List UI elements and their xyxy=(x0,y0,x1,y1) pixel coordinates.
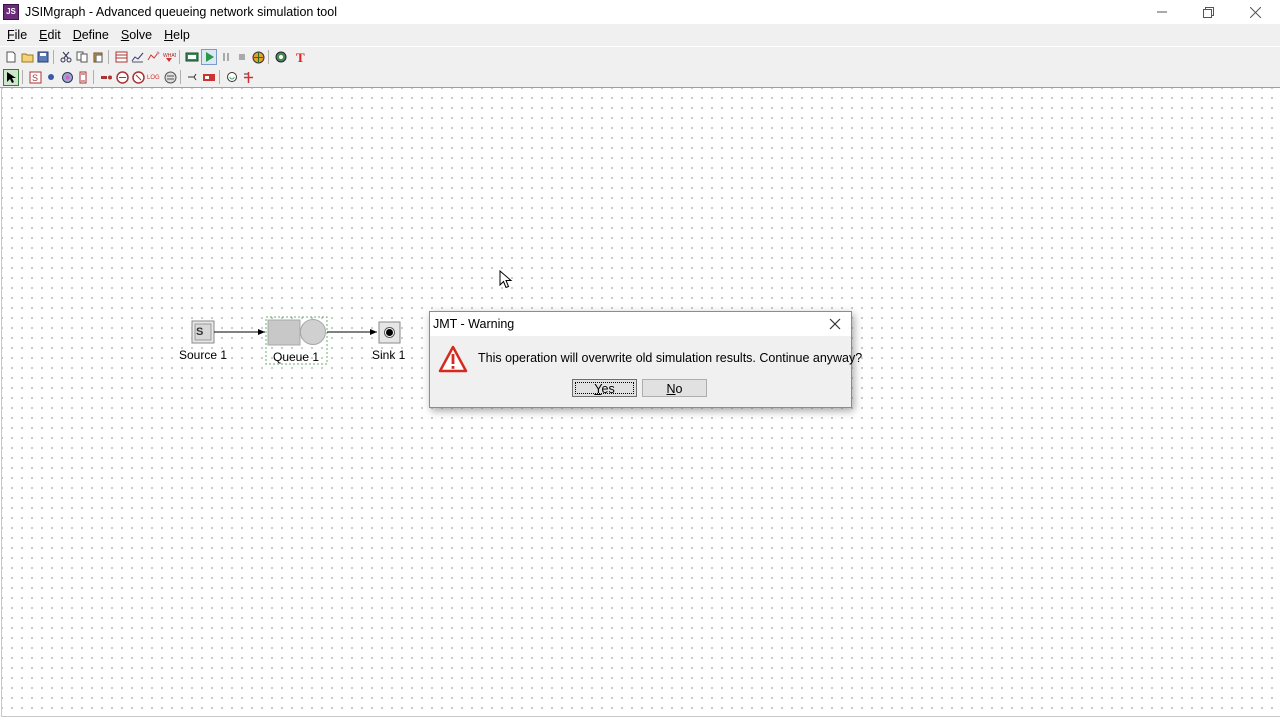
menu-file[interactable]: File xyxy=(2,28,32,42)
menu-edit[interactable]: Edit xyxy=(34,28,66,42)
menu-file-label: ile xyxy=(14,28,28,42)
yes-button[interactable]: Yes xyxy=(572,379,637,397)
what-if-icon[interactable]: WHAT xyxy=(162,50,176,64)
restore-icon xyxy=(1202,6,1214,18)
router-icon[interactable] xyxy=(60,70,74,84)
stop-simulation-icon[interactable] xyxy=(235,50,249,64)
warning-icon xyxy=(438,345,468,373)
performance-indices-icon[interactable] xyxy=(146,50,160,64)
menu-define[interactable]: Define xyxy=(68,28,114,42)
close-window-button[interactable] xyxy=(1232,0,1278,24)
close-icon xyxy=(829,318,841,330)
toolbar-separator xyxy=(179,50,180,64)
dialog-title: JMT - Warning xyxy=(433,317,515,331)
define-classes-icon[interactable] xyxy=(114,50,128,64)
menu-file-mnemonic: F xyxy=(7,28,15,42)
simulation-params-icon[interactable] xyxy=(251,50,265,64)
no-mnemonic: N xyxy=(666,382,676,396)
main-toolbar: WHAT T xyxy=(0,47,1280,67)
menu-edit-mnemonic: E xyxy=(39,28,48,42)
warning-dialog: JMT - Warning This operation will overwr… xyxy=(429,311,862,408)
menu-help-mnemonic: H xyxy=(164,28,174,42)
select-icon[interactable] xyxy=(3,68,19,86)
mouse-cursor-icon xyxy=(499,270,513,289)
export-icon[interactable] xyxy=(185,50,199,64)
svg-text:T: T xyxy=(296,51,305,63)
toolbar-separator xyxy=(219,70,220,84)
paste-icon[interactable] xyxy=(91,50,105,64)
open-icon[interactable] xyxy=(20,50,34,64)
sink-node[interactable] xyxy=(378,321,401,344)
minimize-button[interactable] xyxy=(1139,0,1185,24)
dialog-title-bar: JMT - Warning xyxy=(430,312,851,336)
svg-text:S: S xyxy=(32,73,38,83)
toolbar-separator xyxy=(108,50,109,64)
cut-icon[interactable] xyxy=(59,50,73,64)
join-icon[interactable] xyxy=(131,70,145,84)
menu-help-label: elp xyxy=(173,28,190,42)
delay-icon[interactable] xyxy=(76,70,90,84)
place-icon[interactable] xyxy=(225,70,239,84)
jmva-icon[interactable] xyxy=(274,50,288,64)
toolbar-separator xyxy=(93,70,94,84)
start-simulation-icon[interactable] xyxy=(201,49,217,65)
toolbar-separator xyxy=(22,70,23,84)
no-label: o xyxy=(675,382,683,396)
text-label-icon[interactable]: T xyxy=(294,50,308,64)
menu-solve-label: olve xyxy=(129,28,153,42)
close-icon xyxy=(1249,6,1261,18)
window-title: JSIMgraph - Advanced queueing network si… xyxy=(25,5,337,19)
no-button[interactable]: No xyxy=(642,379,707,397)
queue-node-label: Queue 1 xyxy=(273,350,320,364)
station-params-icon[interactable] xyxy=(130,50,144,64)
queue-icon[interactable] xyxy=(99,70,113,84)
fork-icon[interactable] xyxy=(115,70,129,84)
toolbar-separator xyxy=(180,70,181,84)
toolbar-separator xyxy=(53,50,54,64)
menu-solve-mnemonic: S xyxy=(120,28,130,42)
transition-icon[interactable] xyxy=(241,70,255,84)
restore-button[interactable] xyxy=(1185,0,1231,24)
source-symbol: S xyxy=(196,326,204,338)
title-bar: JS JSIMgraph - Advanced queueing network… xyxy=(0,0,1280,24)
copy-icon[interactable] xyxy=(75,50,89,64)
sink-node-label: Sink 1 xyxy=(372,348,406,362)
dialog-message: This operation will overwrite old simula… xyxy=(478,351,863,365)
menu-solve[interactable]: Solve xyxy=(116,28,157,42)
menu-bar: File Edit Define Solve Help xyxy=(0,24,1280,46)
menu-define-label: efine xyxy=(81,28,109,42)
source-node-label: Source 1 xyxy=(179,348,228,362)
minimize-icon xyxy=(1157,11,1167,13)
connection-icon[interactable] xyxy=(202,70,216,84)
pause-simulation-icon[interactable] xyxy=(219,50,233,64)
class-switch-icon[interactable] xyxy=(163,70,177,84)
source-icon[interactable]: S xyxy=(28,70,42,84)
semaphore-icon[interactable] xyxy=(186,70,200,84)
new-icon[interactable] xyxy=(4,50,18,64)
dialog-close-button[interactable] xyxy=(827,316,843,332)
palette-toolbar: S LOG xyxy=(0,67,1280,88)
app-icon: JS xyxy=(3,4,19,20)
menu-help[interactable]: Help xyxy=(159,28,195,42)
save-icon[interactable] xyxy=(36,50,50,64)
menu-define-mnemonic: D xyxy=(72,28,82,42)
logger-icon[interactable]: LOG xyxy=(147,70,161,84)
yes-label: es xyxy=(601,382,615,396)
svg-text:LOG: LOG xyxy=(147,75,160,81)
yes-mnemonic: Y xyxy=(594,382,602,396)
sink-icon[interactable] xyxy=(44,70,58,84)
toolbar-separator xyxy=(268,50,269,64)
menu-edit-label: dit xyxy=(47,28,61,42)
